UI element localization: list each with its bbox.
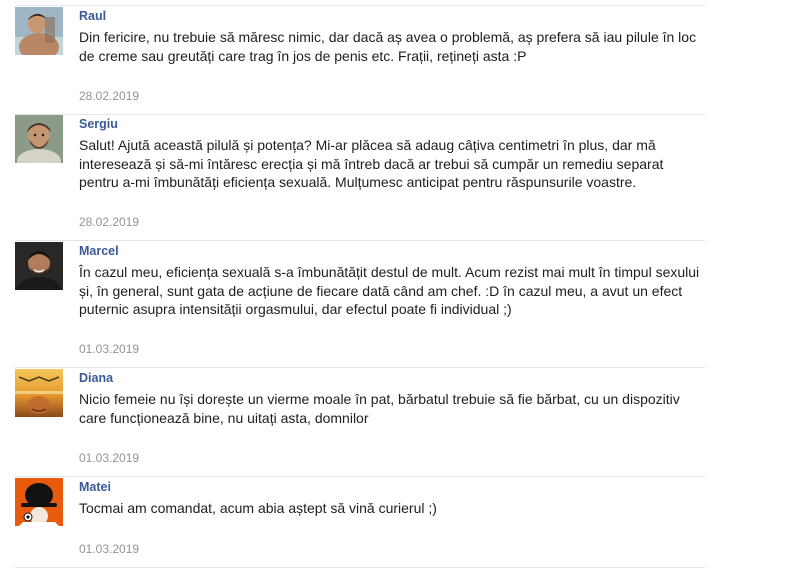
comment-text: Nicio femeie nu își dorește un vierme mo… <box>79 391 680 426</box>
avatar[interactable] <box>15 369 63 417</box>
comment-date: 28.02.2019 <box>79 215 140 229</box>
comment-date: 01.03.2019 <box>79 542 140 556</box>
comment-author[interactable]: Matei <box>79 480 111 495</box>
bowler-hat-avatar-icon <box>15 478 63 526</box>
comment-author[interactable]: Marcel <box>79 244 119 259</box>
avatar[interactable] <box>15 115 63 163</box>
comment-body: Raul Din fericire, nu trebuie să măresc … <box>79 7 705 65</box>
avatar[interactable] <box>15 7 63 55</box>
comment-divider <box>15 367 705 368</box>
comment-body: Matei Tocmai am comandat, acum abia aște… <box>79 478 705 518</box>
comment-body: Sergiu Salut! Ajută această pilulă și po… <box>79 115 705 192</box>
comment-divider <box>15 567 705 568</box>
comment-date: 01.03.2019 <box>79 451 140 465</box>
man-shirtless-avatar-icon <box>15 7 63 55</box>
comment-body: Diana Nicio femeie nu își dorește un vie… <box>79 369 705 427</box>
comment-body: Marcel În cazul meu, eficiența sexuală s… <box>79 242 705 319</box>
comment-author[interactable]: Sergiu <box>79 117 118 132</box>
top-divider <box>15 5 705 6</box>
avatar[interactable] <box>15 242 63 290</box>
comment-text: Din fericire, nu trebuie să măresc nimic… <box>79 29 697 64</box>
comment-date: 01.03.2019 <box>79 342 140 356</box>
comment-date: 28.02.2019 <box>79 89 140 103</box>
comment-text: Salut! Ajută această pilulă și potența? … <box>79 137 664 190</box>
avatar[interactable] <box>15 478 63 526</box>
comment-text: În cazul meu, eficiența sexuală s-a îmbu… <box>79 264 700 317</box>
comment-divider <box>15 240 705 241</box>
bearded-man-avatar-icon <box>15 115 63 163</box>
comment-author[interactable]: Diana <box>79 371 113 386</box>
comment-text: Tocmai am comandat, acum abia aștept să … <box>79 500 437 516</box>
comment-author[interactable]: Raul <box>79 9 106 24</box>
sunset-face-avatar-icon <box>15 369 63 417</box>
man-dark-avatar-icon <box>15 242 63 290</box>
comment-divider <box>15 476 705 477</box>
